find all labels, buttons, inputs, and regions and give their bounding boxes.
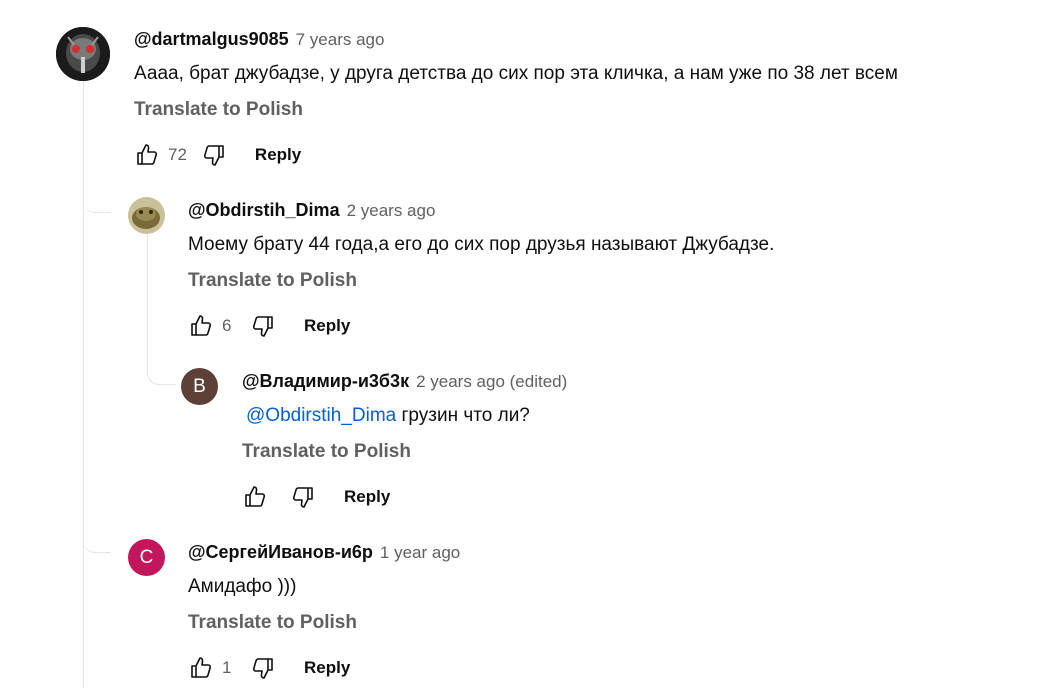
comment-text: Амидафо ))) bbox=[188, 576, 297, 597]
comment-header: @Владимир-и3б3к 2 years ago (edited) bbox=[242, 371, 567, 392]
comment-header: @Obdirstih_Dima 2 years ago bbox=[188, 200, 435, 221]
like-count: 6 bbox=[222, 316, 232, 335]
comment-text: Аааа, брат джубадзе, у друга детства до … bbox=[134, 63, 898, 84]
translate-button[interactable]: Translate to Polish bbox=[242, 441, 411, 463]
thumb-up-icon[interactable] bbox=[188, 655, 214, 681]
reply-button[interactable]: Reply bbox=[344, 487, 390, 507]
author-name[interactable]: @dartmalgus9085 bbox=[134, 29, 289, 50]
comment-timestamp[interactable]: 2 years ago (edited) bbox=[416, 372, 567, 392]
thumb-up-icon[interactable] bbox=[188, 313, 214, 339]
avatar[interactable] bbox=[128, 197, 165, 234]
comment-text: Моему брату 44 года,а его до сих пор дру… bbox=[188, 234, 775, 255]
comment-actions: Reply bbox=[242, 482, 390, 512]
avatar-letter: С bbox=[139, 546, 154, 568]
comment-actions: 1 Reply bbox=[188, 653, 350, 683]
comment-timestamp[interactable]: 7 years ago bbox=[296, 30, 385, 50]
thread-line-main bbox=[83, 80, 84, 688]
avatar[interactable]: В bbox=[181, 368, 218, 405]
thumb-up-icon[interactable] bbox=[242, 484, 268, 510]
comment-text-content: грузин что ли? bbox=[396, 405, 530, 426]
thumb-down-icon[interactable] bbox=[290, 484, 316, 510]
thumb-down-icon[interactable] bbox=[250, 313, 276, 339]
comment-text: @Obdirstih_Dima грузин что ли? bbox=[246, 405, 530, 427]
translate-button[interactable]: Translate to Polish bbox=[134, 99, 303, 121]
avatar[interactable]: С bbox=[128, 539, 165, 576]
thumb-down-icon[interactable] bbox=[250, 655, 276, 681]
reply-button[interactable]: Reply bbox=[304, 316, 350, 336]
avatar[interactable] bbox=[56, 27, 110, 81]
translate-button[interactable]: Translate to Polish bbox=[188, 270, 357, 292]
author-name[interactable]: @СергейИванов-и6р bbox=[188, 542, 373, 563]
thumb-down-icon[interactable] bbox=[201, 142, 227, 168]
mention-link[interactable]: @Obdirstih_Dima bbox=[246, 405, 396, 426]
translate-button[interactable]: Translate to Polish bbox=[188, 612, 357, 634]
comment-timestamp[interactable]: 1 year ago bbox=[380, 543, 460, 563]
thumb-up-icon[interactable] bbox=[134, 142, 160, 168]
reply-button[interactable]: Reply bbox=[304, 658, 350, 678]
thread-curve bbox=[83, 180, 111, 213]
reply-button[interactable]: Reply bbox=[255, 145, 301, 165]
author-name[interactable]: @Владимир-и3б3к bbox=[242, 371, 409, 392]
thread-curve bbox=[83, 520, 111, 553]
like-count: 72 bbox=[168, 145, 187, 164]
thread-curve bbox=[147, 352, 176, 385]
like-count: 1 bbox=[222, 658, 232, 677]
comment-actions: 72 Reply bbox=[134, 140, 301, 170]
comment-timestamp[interactable]: 2 years ago bbox=[347, 201, 436, 221]
author-name[interactable]: @Obdirstih_Dima bbox=[188, 200, 340, 221]
comment-header: @dartmalgus9085 7 years ago bbox=[134, 29, 384, 50]
thread-line-nested bbox=[147, 232, 148, 372]
comment-header: @СергейИванов-и6р 1 year ago bbox=[188, 542, 460, 563]
avatar-letter: В bbox=[193, 375, 206, 397]
comment-actions: 6 Reply bbox=[188, 311, 350, 341]
